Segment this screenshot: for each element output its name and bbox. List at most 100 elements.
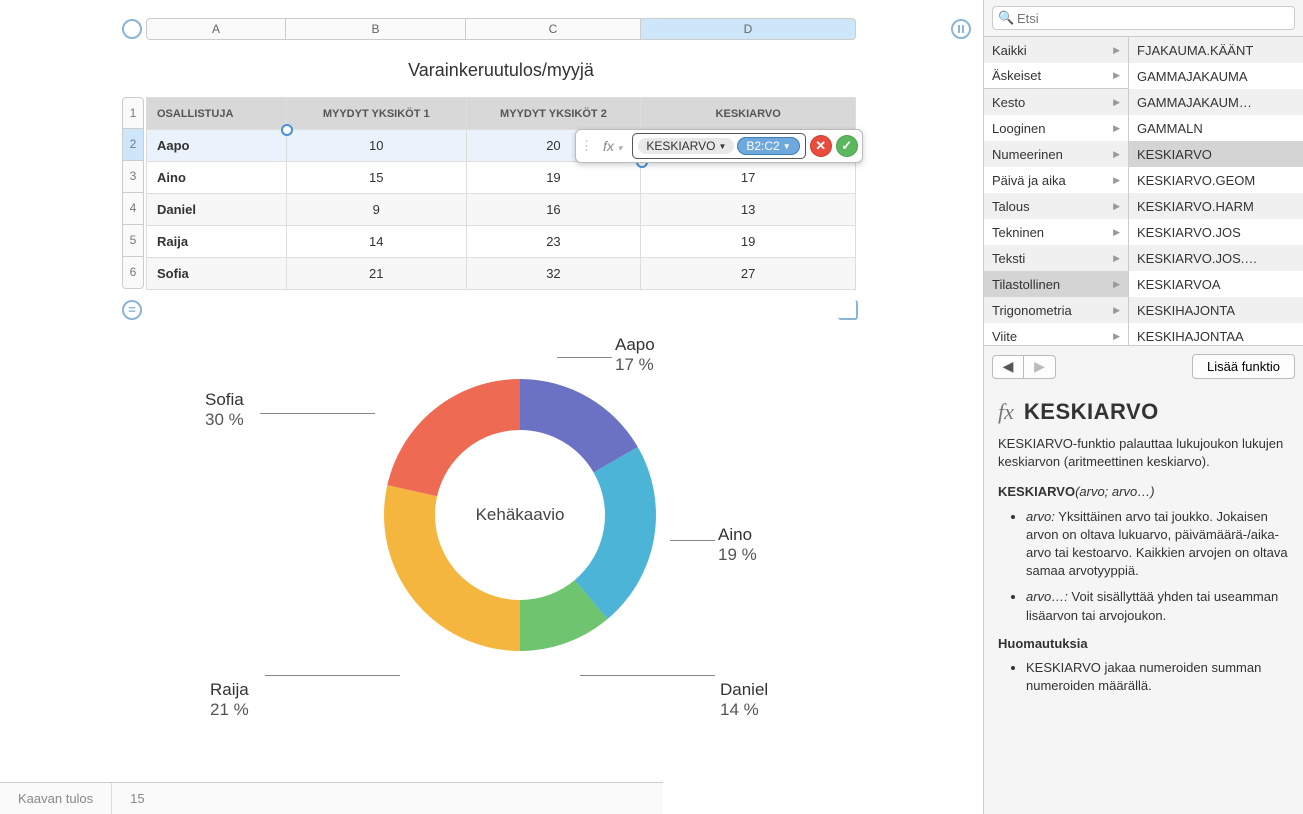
- category-item[interactable]: Talous▶: [984, 193, 1128, 219]
- cell-a4[interactable]: Daniel: [147, 194, 287, 226]
- cell-a6[interactable]: Sofia: [147, 258, 287, 290]
- category-list[interactable]: Kaikki▶Äskeiset▶Kesto▶Looginen▶Numeerine…: [984, 37, 1129, 345]
- function-item[interactable]: KESKIARVO.GEOM: [1129, 167, 1303, 193]
- row-header-2[interactable]: 2: [122, 129, 144, 161]
- function-item[interactable]: KESKIHAJONTAA: [1129, 323, 1303, 345]
- col-header-b[interactable]: B: [286, 18, 466, 40]
- spreadsheet-canvas[interactable]: A B C D Varainkeruutulos/myyjä 1 2 3 4 5…: [0, 0, 983, 814]
- chart-label-aino: Aino19 %: [718, 525, 757, 566]
- formula-input[interactable]: KESKIARVO▼ B2:C2▼: [632, 133, 805, 159]
- cell-a5[interactable]: Raija: [147, 226, 287, 258]
- table-title[interactable]: Varainkeruutulos/myyjä: [146, 60, 856, 81]
- header-average[interactable]: KESKIARVO: [641, 98, 856, 130]
- function-item[interactable]: KESKIARVO.JOS.…: [1129, 245, 1303, 271]
- status-value: 15: [112, 791, 162, 806]
- category-item[interactable]: Kaikki▶: [984, 37, 1128, 63]
- data-table: OSALLISTUJA MYYDYT YKSIKÖT 1 MYYDYT YKSI…: [146, 97, 856, 290]
- help-function-name: KESKIARVO: [1024, 399, 1159, 425]
- selection-handle-top[interactable]: [281, 124, 293, 136]
- cell-b6[interactable]: 21: [286, 258, 466, 290]
- function-item[interactable]: KESKIARVO.JOS: [1129, 219, 1303, 245]
- status-bar: Kaavan tulos 15: [0, 782, 663, 814]
- category-item[interactable]: Numeerinen▶: [984, 141, 1128, 167]
- cell-b2[interactable]: 10: [286, 130, 466, 162]
- cell-b5[interactable]: 14: [286, 226, 466, 258]
- row-header-5[interactable]: 5: [122, 225, 144, 257]
- leader-line: [265, 675, 400, 676]
- cancel-formula-button[interactable]: ✕: [810, 135, 832, 157]
- search-icon: 🔍: [998, 10, 1014, 26]
- header-units1[interactable]: MYYDYT YKSIKÖT 1: [286, 98, 466, 130]
- row-add-button[interactable]: =: [122, 300, 142, 320]
- nav-back-button[interactable]: ◀: [992, 355, 1024, 379]
- chart-label-daniel: Daniel14 %: [720, 680, 768, 721]
- cell-a2[interactable]: Aapo: [147, 130, 287, 162]
- fx-icon[interactable]: fx ▾: [597, 138, 628, 154]
- cell-c5[interactable]: 23: [466, 226, 641, 258]
- function-pill[interactable]: KESKIARVO▼: [638, 138, 734, 154]
- column-headers: A B C D: [146, 18, 963, 40]
- col-header-d[interactable]: D: [641, 18, 856, 40]
- function-item[interactable]: FJAKAUMA.KÄÄNT: [1129, 37, 1303, 63]
- help-notes-title: Huomautuksia: [998, 635, 1289, 653]
- leader-line: [557, 357, 612, 358]
- function-help: fx KESKIARVO KESKIARVO-funktio palauttaa…: [984, 387, 1303, 814]
- status-label: Kaavan tulos: [0, 783, 112, 814]
- formula-editor[interactable]: ⋮ fx ▾ KESKIARVO▼ B2:C2▼ ✕ ✓: [575, 129, 863, 163]
- category-item[interactable]: Äskeiset▶: [984, 63, 1128, 89]
- cell-d4[interactable]: 13: [641, 194, 856, 226]
- category-item[interactable]: Kesto▶: [984, 89, 1128, 115]
- function-item[interactable]: KESKIARVO: [1129, 141, 1303, 167]
- donut-chart[interactable]: Kehäkaavio Aapo17 % Aino19 % Daniel14 % …: [160, 335, 860, 765]
- cell-d6[interactable]: 27: [641, 258, 856, 290]
- cell-d5[interactable]: 19: [641, 226, 856, 258]
- cell-c4[interactable]: 16: [466, 194, 641, 226]
- row-header-1[interactable]: 1: [122, 97, 144, 129]
- help-arg2: arvo…: Voit sisällyttää yhden tai useamm…: [1026, 588, 1289, 624]
- help-arg1: arvo: Yksittäinen arvo tai joukko. Jokai…: [1026, 508, 1289, 581]
- table-resize-handle[interactable]: [838, 300, 858, 320]
- chart-center-label: Kehäkaavio: [476, 505, 565, 525]
- col-header-a[interactable]: A: [146, 18, 286, 40]
- cell-c6[interactable]: 32: [466, 258, 641, 290]
- header-participant[interactable]: OSALLISTUJA: [147, 98, 287, 130]
- leader-line: [670, 540, 715, 541]
- function-list[interactable]: FJAKAUMA.KÄÄNTGAMMAJAKAUMAGAMMAJAKAUM…GA…: [1129, 37, 1303, 345]
- category-item[interactable]: Trigonometria▶: [984, 297, 1128, 323]
- category-item[interactable]: Tekninen▶: [984, 219, 1128, 245]
- row-header-4[interactable]: 4: [122, 193, 144, 225]
- category-item[interactable]: Tilastollinen▶: [984, 271, 1128, 297]
- function-item[interactable]: KESKIARVO.HARM: [1129, 193, 1303, 219]
- cell-b4[interactable]: 9: [286, 194, 466, 226]
- row-headers: 1 2 3 4 5 6: [122, 97, 144, 289]
- help-description: KESKIARVO-funktio palauttaa lukujoukon l…: [998, 435, 1289, 471]
- header-units2[interactable]: MYYDYT YKSIKÖT 2: [466, 98, 641, 130]
- leader-line: [260, 413, 375, 414]
- function-item[interactable]: KESKIHAJONTA: [1129, 297, 1303, 323]
- chart-label-sofia: Sofia30 %: [205, 390, 244, 431]
- function-item[interactable]: KESKIARVOA: [1129, 271, 1303, 297]
- chart-label-aapo: Aapo17 %: [615, 335, 655, 376]
- cell-c3[interactable]: 19: [466, 162, 641, 194]
- category-item[interactable]: Looginen▶: [984, 115, 1128, 141]
- argument-pill[interactable]: B2:C2▼: [737, 137, 799, 155]
- col-header-c[interactable]: C: [466, 18, 641, 40]
- category-item[interactable]: Teksti▶: [984, 245, 1128, 271]
- row-header-3[interactable]: 3: [122, 161, 144, 193]
- nav-forward-button[interactable]: ▶: [1024, 355, 1056, 379]
- function-item[interactable]: GAMMALN: [1129, 115, 1303, 141]
- help-note1: KESKIARVO jakaa numeroiden summan numero…: [1026, 659, 1289, 695]
- cell-a3[interactable]: Aino: [147, 162, 287, 194]
- search-input[interactable]: [992, 6, 1295, 30]
- function-item[interactable]: GAMMAJAKAUM…: [1129, 89, 1303, 115]
- row-header-6[interactable]: 6: [122, 257, 144, 289]
- table-menu-button[interactable]: [122, 19, 142, 39]
- category-item[interactable]: Viite▶: [984, 323, 1128, 345]
- chart-label-raija: Raija21 %: [210, 680, 249, 721]
- insert-function-button[interactable]: Lisää funktio: [1192, 354, 1295, 379]
- category-item[interactable]: Päivä ja aika▶: [984, 167, 1128, 193]
- accept-formula-button[interactable]: ✓: [836, 135, 858, 157]
- function-item[interactable]: GAMMAJAKAUMA: [1129, 63, 1303, 89]
- cell-d3[interactable]: 17: [641, 162, 856, 194]
- cell-b3[interactable]: 15: [286, 162, 466, 194]
